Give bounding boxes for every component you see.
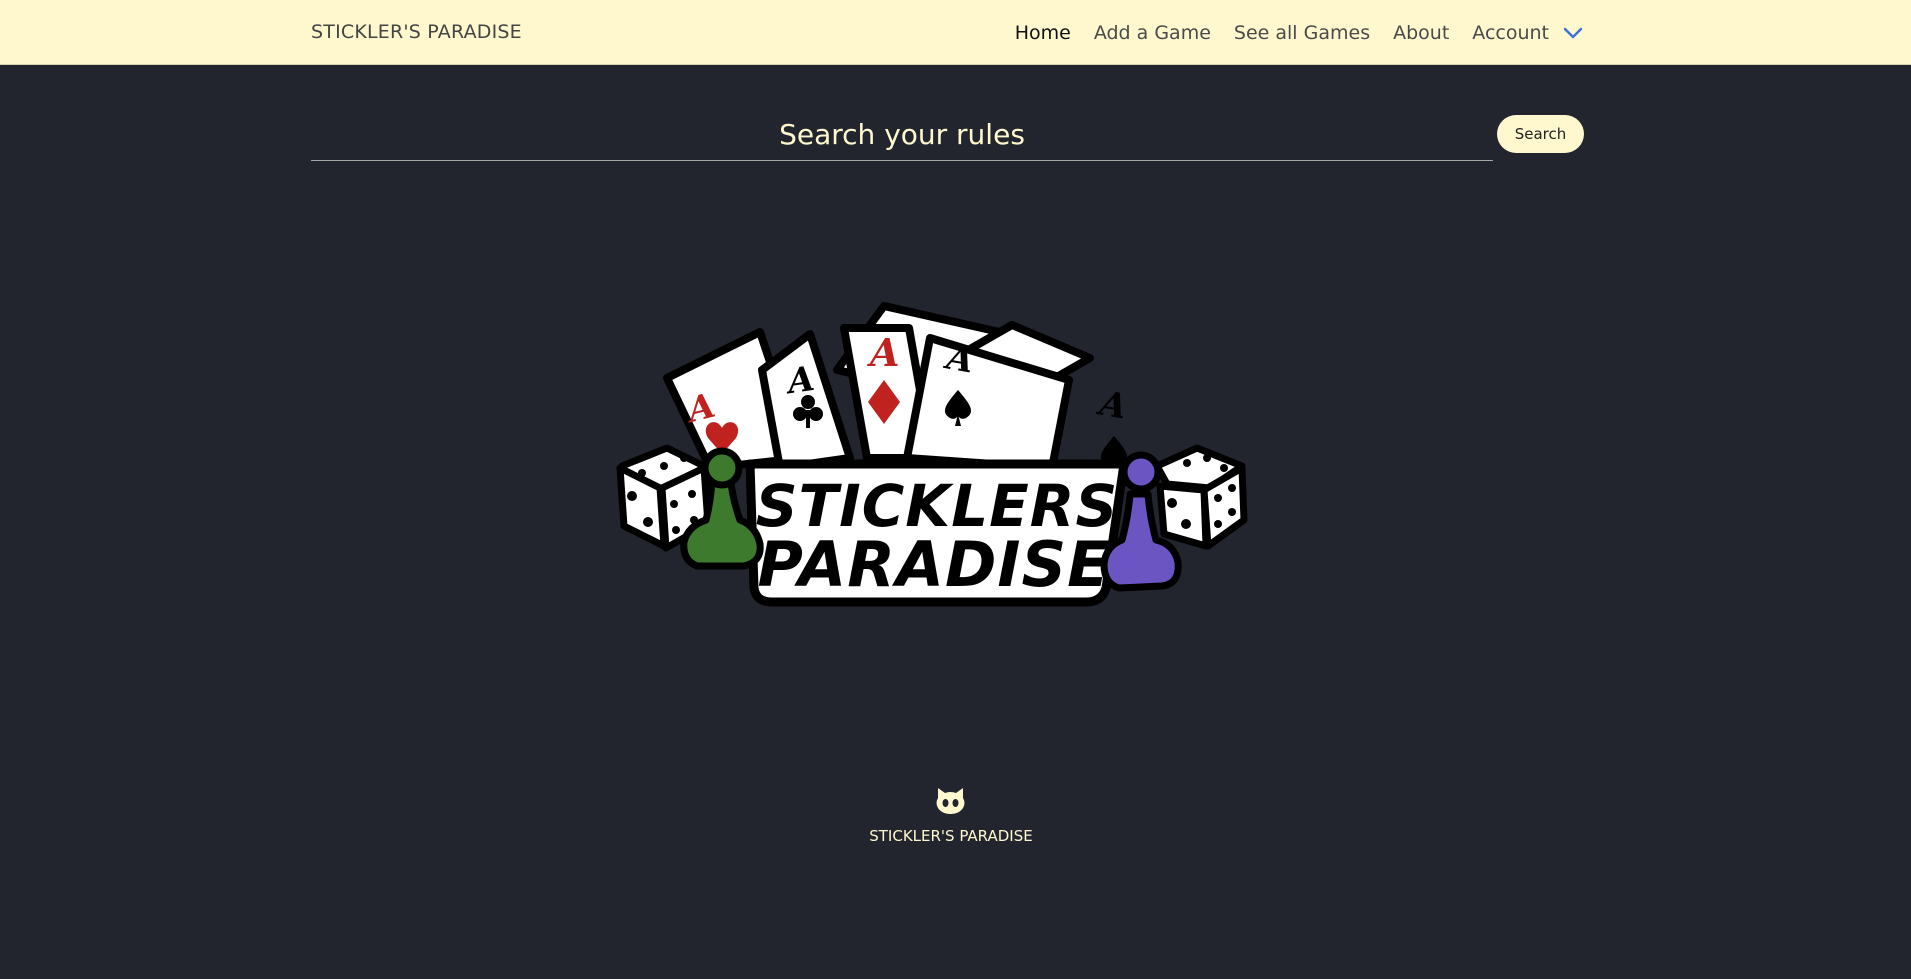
nav-account[interactable]: Account [1472,22,1549,44]
brand-link[interactable]: STICKLER'S PARADISE [311,21,522,43]
nav-about[interactable]: About [1393,22,1449,44]
chevron-down-icon[interactable] [1563,26,1583,40]
footer-text: STICKLER'S PARADISE [869,827,1033,845]
nav-home[interactable]: Home [1015,22,1071,44]
account-dropdown[interactable]: Account [1472,22,1583,44]
card-rank-text: A [867,330,899,375]
search-button[interactable]: Search [1497,115,1584,153]
nav-see-all-games[interactable]: See all Games [1234,22,1370,44]
search-field [311,108,1493,161]
card-rank-text: A [1094,383,1130,427]
logo-line-2: PARADISE [758,528,1111,601]
nav-add-game[interactable]: Add a Game [1094,22,1211,44]
sticklers-paradise-logo: A A A A A STICKLERS PARADISE [616,302,1248,607]
github-icon[interactable] [935,786,966,815]
navbar: STICKLER'S PARADISE Home Add a Game See … [0,0,1911,65]
nav-links: Home Add a Game See all Games About Acco… [1015,20,1583,46]
search-input[interactable] [311,108,1493,160]
